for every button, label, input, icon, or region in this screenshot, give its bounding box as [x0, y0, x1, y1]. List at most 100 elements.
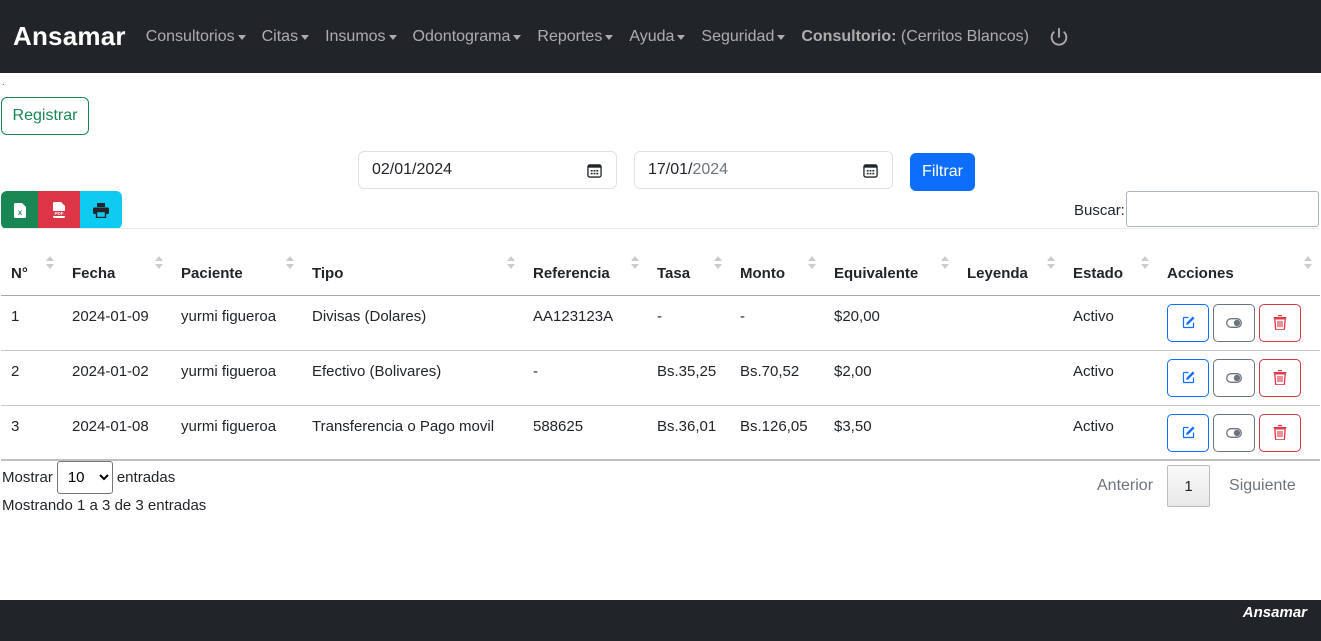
col-header-tasa[interactable]: Tasa — [647, 252, 730, 296]
sort-icon — [1047, 256, 1055, 272]
calendar-icon[interactable] — [863, 163, 878, 183]
row-actions — [1167, 413, 1310, 452]
stray-dot: . — [2, 77, 5, 88]
cell-tasa: Bs.36,01 — [647, 405, 730, 461]
table-header-row: N° Fecha Paciente Tipo Referencia Tasa M… — [1, 252, 1320, 296]
edit-icon[interactable] — [1167, 413, 1209, 452]
edit-icon[interactable] — [1167, 358, 1209, 397]
date-from-input[interactable]: 02/01/2024 — [358, 151, 617, 189]
cell-n: 1 — [1, 295, 62, 351]
col-header-tipo[interactable]: Tipo — [302, 252, 523, 296]
menu-consultorios[interactable]: Consultorios — [138, 28, 254, 46]
col-header-leyenda[interactable]: Leyenda — [957, 252, 1063, 296]
sort-icon — [808, 256, 816, 272]
search-input[interactable] — [1126, 191, 1319, 227]
cell-acciones — [1157, 295, 1320, 351]
trash-icon[interactable] — [1259, 358, 1301, 397]
cell-monto: - — [730, 295, 824, 351]
table-row: 2 2024-01-02 yurmi figueroa Efectivo (Bo… — [1, 350, 1320, 406]
col-header-equivalente[interactable]: Equivalente — [824, 252, 957, 296]
table-info: Mostrando 1 a 3 de 3 entradas — [2, 497, 207, 514]
date-from-daymonth: 02/01/ — [372, 161, 417, 178]
next-page-button[interactable]: Siguiente — [1210, 477, 1296, 495]
cell-acciones — [1157, 350, 1320, 406]
sort-icon — [286, 256, 294, 272]
header-label: Acciones — [1167, 264, 1234, 282]
mostrar-label: Mostrar — [2, 469, 53, 486]
menu-insumos[interactable]: Insumos — [317, 28, 404, 46]
excel-icon[interactable]: X — [1, 191, 38, 229]
menu-seguridad[interactable]: Seguridad — [693, 28, 793, 46]
svg-text:X: X — [17, 210, 22, 217]
payments-table: N° Fecha Paciente Tipo Referencia Tasa M… — [1, 252, 1320, 461]
cell-paciente: yurmi figueroa — [171, 405, 302, 461]
print-icon[interactable] — [80, 191, 122, 229]
col-header-fecha[interactable]: Fecha — [62, 252, 171, 296]
col-header-acciones[interactable]: Acciones — [1157, 252, 1320, 296]
trash-icon[interactable] — [1259, 303, 1301, 342]
sort-icon — [631, 256, 639, 272]
sort-icon — [155, 256, 163, 272]
prev-page-button[interactable]: Anterior — [1083, 477, 1167, 495]
cell-equivalente: $3,50 — [824, 405, 957, 461]
cell-n: 2 — [1, 350, 62, 406]
caret-down-icon — [237, 35, 246, 40]
toggle-icon[interactable] — [1213, 358, 1255, 397]
cell-tasa: Bs.35,25 — [647, 350, 730, 406]
date-to-input[interactable]: 17/01/2024 — [634, 151, 893, 189]
col-header-monto[interactable]: Monto — [730, 252, 824, 296]
table-row: 1 2024-01-09 yurmi figueroa Divisas (Dol… — [1, 295, 1320, 351]
toggle-icon[interactable] — [1213, 303, 1255, 342]
cell-acciones — [1157, 405, 1320, 461]
menu-ayuda[interactable]: Ayuda — [621, 28, 693, 46]
registrar-button[interactable]: Registrar — [1, 97, 89, 135]
filtrar-button[interactable]: Filtrar — [910, 153, 975, 191]
menu-odontograma[interactable]: Odontograma — [405, 28, 530, 46]
menu-reportes[interactable]: Reportes — [529, 28, 621, 46]
header-label: Estado — [1073, 264, 1124, 282]
header-label: Fecha — [72, 264, 116, 282]
export-buttons: X PDF — [1, 191, 122, 229]
col-header-referencia[interactable]: Referencia — [523, 252, 647, 296]
page-length-select[interactable]: 10 — [56, 461, 113, 494]
cell-referencia: AA123123A — [523, 295, 647, 351]
date-to-year: 2024 — [692, 161, 729, 178]
sort-icon — [941, 256, 949, 272]
row-actions — [1167, 358, 1310, 397]
menu-label: Ayuda — [629, 27, 675, 45]
pdf-icon[interactable]: PDF — [38, 191, 80, 229]
cell-tasa: - — [647, 295, 730, 351]
footer-brand: Ansamar — [1242, 604, 1307, 621]
cell-monto: Bs.126,05 — [730, 405, 824, 461]
caret-down-icon — [605, 35, 614, 40]
consultorio-label: Consultorio: — [801, 27, 897, 45]
menu-label: Reportes — [537, 27, 603, 45]
header-label: Referencia — [533, 264, 610, 282]
header-label: Leyenda — [967, 264, 1028, 282]
cell-leyenda — [957, 350, 1063, 406]
menu-label: Odontograma — [412, 27, 511, 45]
col-header-paciente[interactable]: Paciente — [171, 252, 302, 296]
trash-icon[interactable] — [1259, 413, 1301, 452]
calendar-icon[interactable] — [587, 163, 602, 183]
current-consultorio: Consultorio: (Cerritos Blancos) — [793, 28, 1037, 46]
cell-fecha: 2024-01-02 — [62, 350, 171, 406]
edit-icon[interactable] — [1167, 303, 1209, 342]
header-label: Tipo — [312, 264, 344, 282]
cell-estado: Activo — [1063, 350, 1157, 406]
sort-icon — [46, 256, 54, 272]
page-button-current[interactable]: 1 — [1167, 465, 1211, 507]
cell-paciente: yurmi figueroa — [171, 295, 302, 351]
brand-logo[interactable]: Ansamar — [13, 21, 126, 52]
cell-leyenda — [957, 405, 1063, 461]
col-header-n[interactable]: N° — [1, 252, 62, 296]
power-icon[interactable] — [1047, 25, 1071, 49]
cell-monto: Bs.70,52 — [730, 350, 824, 406]
buscar-label: Buscar: — [1074, 202, 1125, 219]
menu-label: Citas — [261, 27, 299, 45]
col-header-estado[interactable]: Estado — [1063, 252, 1157, 296]
header-label: N° — [11, 264, 28, 282]
sort-icon — [714, 256, 722, 272]
toggle-icon[interactable] — [1213, 413, 1255, 452]
menu-citas[interactable]: Citas — [254, 28, 317, 46]
